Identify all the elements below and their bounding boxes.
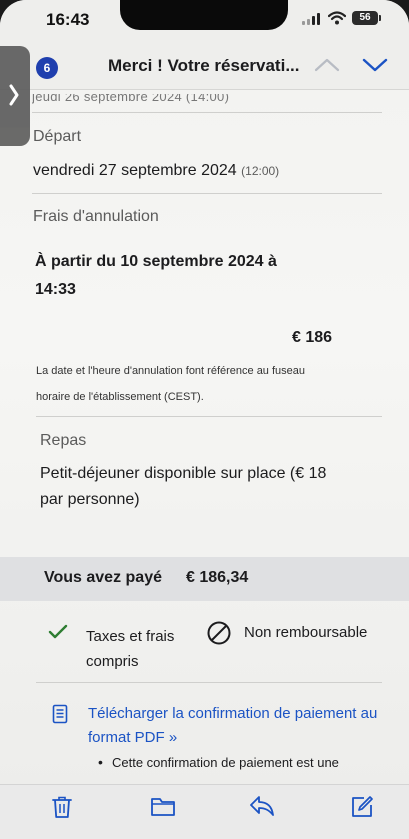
confirmation-note: Cette confirmation de paiement est une xyxy=(98,754,339,770)
departure-value: vendredi 27 septembre 2024 (12:00) xyxy=(33,162,279,180)
chevron-right-icon xyxy=(9,84,19,106)
taxes-included: Taxes et frais compris xyxy=(86,628,175,670)
status-time: 16:43 xyxy=(46,10,90,29)
divider xyxy=(36,416,382,417)
reply-icon[interactable] xyxy=(249,795,275,817)
divider xyxy=(32,193,382,194)
download-pdf-link[interactable]: Télécharger la confirmation de paiement … xyxy=(88,702,388,750)
arrival-date-partial: jeudi 26 septembre 2024 (14:00) xyxy=(32,94,230,104)
paid-label: Vous avez payé xyxy=(44,569,162,586)
message-subject: Merci ! Votre réservati... xyxy=(108,56,300,75)
mail-toolbar xyxy=(0,784,409,839)
signal-icon xyxy=(302,13,322,25)
payment-summary: Vous avez payé € 186,34 xyxy=(0,557,409,601)
divider xyxy=(36,682,382,683)
trash-icon[interactable] xyxy=(52,795,72,819)
meals-text: Petit-déjeuner disponible sur place (€ 1… xyxy=(40,465,327,508)
battery-icon: 56 xyxy=(352,11,381,25)
no-refund-icon xyxy=(207,621,231,645)
chevron-up-icon[interactable] xyxy=(314,57,340,73)
chevron-down-icon[interactable] xyxy=(362,57,388,73)
battery-level: 56 xyxy=(359,12,371,23)
mail-nav-bar: 6 Merci ! Votre réservati... xyxy=(0,40,409,90)
cancellation-amount: € 186 xyxy=(292,329,333,346)
departure-time: (12:00) xyxy=(241,164,280,178)
meals-label: Repas xyxy=(40,432,87,449)
side-panel-handle[interactable] xyxy=(0,46,30,146)
notch xyxy=(120,0,288,30)
divider xyxy=(32,112,382,113)
compose-icon[interactable] xyxy=(350,795,374,819)
folder-icon[interactable] xyxy=(150,795,176,817)
cancellation-note: La date et l'heure d'annulation font réf… xyxy=(36,365,306,403)
cancellation-label: Frais d'annulation xyxy=(33,208,159,225)
status-bar: 16:43 56 xyxy=(0,0,409,40)
cancellation-from: À partir du 10 septembre 2024 à 14:33 xyxy=(35,253,277,298)
departure-label: Départ xyxy=(33,128,82,145)
phone-screen: 16:43 56 6 Merci ! Votre réservati... je… xyxy=(0,0,409,839)
document-icon xyxy=(52,704,68,724)
unread-badge[interactable]: 6 xyxy=(36,57,58,79)
check-icon xyxy=(48,624,68,639)
departure-date: vendredi 27 septembre 2024 xyxy=(33,162,237,179)
non-refundable: Non remboursable xyxy=(244,624,368,641)
paid-amount: € 186,34 xyxy=(186,569,249,586)
wifi-icon xyxy=(328,11,346,25)
